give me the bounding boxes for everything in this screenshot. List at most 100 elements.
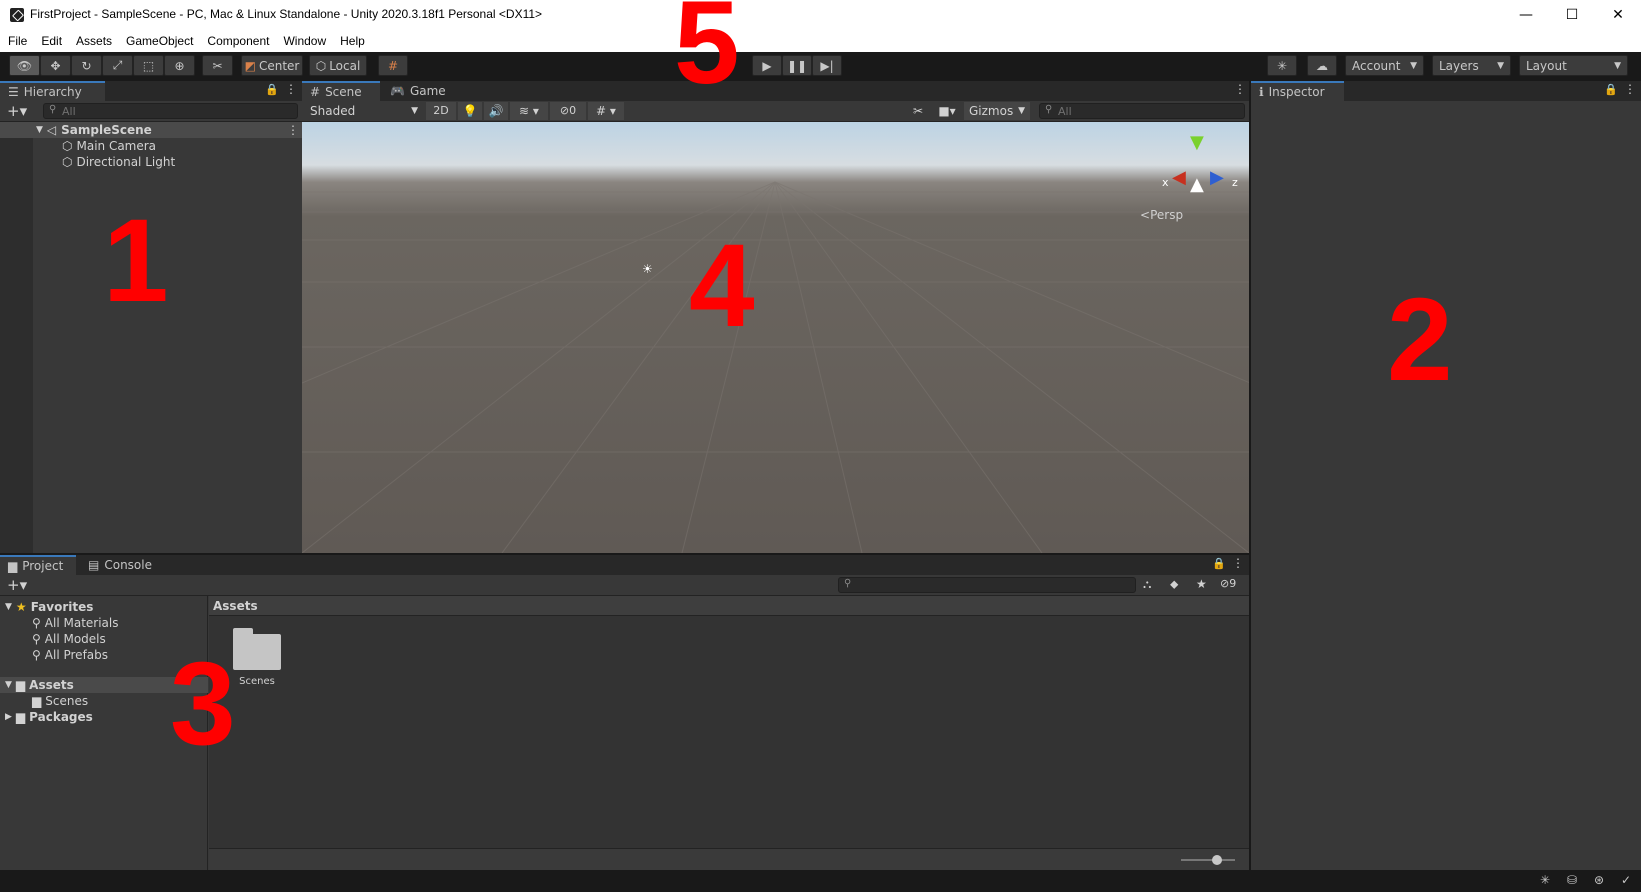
view-tool-button[interactable]: 👁 [9,55,40,76]
menu-edit[interactable]: Edit [41,34,62,48]
favorite-star-icon[interactable]: ★ [1196,577,1207,591]
menu-assets[interactable]: Assets [76,34,112,48]
favorites-item[interactable]: ⚲ All Prefabs [0,647,108,663]
scene-viewport[interactable]: ▼ ◀ ▶ ▲ x z <Persp ☀ 4 [302,122,1249,553]
label-tag-icon[interactable]: ⬥ [1170,577,1178,592]
grid-visibility-dropdown[interactable]: # ▾ [588,102,624,120]
favorites-item[interactable]: ⚲ All Materials [0,615,119,631]
tools-toggle[interactable]: ✂ [906,102,930,120]
rotate-tool-button[interactable]: ↻ [71,55,102,76]
filter-type-icon[interactable]: ⛬ [1143,577,1151,592]
projection-toggle[interactable]: <Persp [1140,208,1183,222]
favorites-item-label: All Materials [44,616,119,630]
expand-arrow-icon[interactable]: ▼ [5,680,12,690]
menu-file[interactable]: File [8,34,27,48]
layers-dropdown[interactable]: Layers ▼ [1432,55,1511,76]
transform-tool-button[interactable]: ⊕ [164,55,195,76]
audio-toggle[interactable]: 🔊 [484,102,508,120]
orientation-gizmo[interactable]: ▼ ◀ ▶ ▲ x z [1162,132,1242,202]
custom-tool-button[interactable]: ✂ [202,55,233,76]
favorites-item-label: All Prefabs [44,648,109,662]
tab-game[interactable]: 🎮 Game [382,81,450,101]
cache-server-icon[interactable]: ⛁ [1563,873,1581,889]
packages-row[interactable]: ▶ ▆ Packages [0,709,93,725]
menu-component[interactable]: Component [207,34,269,48]
effects-dropdown[interactable]: ≋ ▾ [510,102,548,120]
hierarchy-item-label: Main Camera [76,139,157,153]
expand-arrow-icon[interactable]: ▼ [5,602,12,612]
x-axis-cone-icon[interactable]: ◀ [1172,167,1186,188]
tab-project[interactable]: ▆ Project [0,555,76,575]
grid-icon: # [310,85,321,99]
collapse-arrow-icon[interactable]: ▶ [5,712,12,722]
minimize-button[interactable]: — [1503,0,1549,30]
collab-button[interactable]: ✳ [1267,55,1297,76]
camera-dropdown[interactable]: ■▾ [932,102,962,120]
asset-folder-label: Scenes [239,676,275,687]
z-axis-cone-icon[interactable]: ▶ [1210,167,1224,188]
more-options-icon[interactable]: ⋮ [285,82,297,96]
expand-arrow-icon[interactable]: ▼ [36,125,43,135]
light-gizmo-icon[interactable]: ☀ [642,262,653,276]
hierarchy-item[interactable]: ⬡ Directional Light [0,154,175,170]
zoom-slider-track[interactable] [1181,859,1235,861]
account-dropdown[interactable]: Account ▼ [1345,55,1424,76]
project-search-input[interactable] [838,577,1136,593]
project-panel: ▆Project ▤Console 🔒 ⋮ +▾ ⛬ ⬥ ★ ⊘9 ▼★Favo… [0,555,1249,870]
more-options-icon[interactable]: ⋮ [1234,82,1246,96]
more-options-icon[interactable]: ⋮ [1232,556,1244,570]
pivot-center-button[interactable]: ◩ Center [241,55,303,76]
hidden-packages-toggle[interactable]: ⊘9 [1220,577,1236,590]
lighting-toggle[interactable]: 💡 [458,102,482,120]
favorites-row[interactable]: ▼ ★ Favorites [0,599,93,615]
menu-gameobject[interactable]: GameObject [126,34,193,48]
cloud-button[interactable]: ☁ [1307,55,1337,76]
y-axis-cone-icon[interactable]: ▼ [1190,132,1204,153]
bug-icon[interactable]: ✳ [1536,873,1554,889]
tab-scene[interactable]: # Scene [302,81,380,101]
play-button[interactable]: ▶ [752,55,782,76]
tab-console[interactable]: ▤ Console [80,555,160,575]
hierarchy-search-input[interactable]: All [43,103,298,119]
tools-icon: ✂ [912,104,924,118]
hierarchy-item[interactable]: ⬡ Main Camera [0,138,156,154]
close-button[interactable]: ✕ [1595,0,1641,30]
mode-2d-toggle[interactable]: 2D [426,102,456,120]
pivot-local-button[interactable]: ⬡ Local [309,55,367,76]
menu-window[interactable]: Window [283,34,326,48]
scene-search-input[interactable]: All [1039,103,1245,119]
shading-mode-dropdown[interactable]: Shaded ▼ [304,102,424,120]
folder-item[interactable]: ▆ Scenes [0,693,88,709]
tab-hierarchy[interactable]: ☰ Hierarchy [0,81,105,101]
menu-help[interactable]: Help [340,34,365,48]
asset-folder-tile[interactable]: Scenes [231,626,283,692]
center-cube-icon[interactable]: ▲ [1190,174,1204,195]
grid-snap-button[interactable]: # [378,55,408,76]
create-asset-button[interactable]: +▾ [7,576,27,594]
rect-tool-button[interactable]: ⬚ [133,55,164,76]
progress-check-icon[interactable]: ✓ [1617,873,1635,889]
auto-generate-lighting-icon[interactable]: ⊛ [1590,873,1608,889]
scene-row[interactable]: ▼ ◁ SampleScene ⋮ [0,122,302,138]
zoom-slider-handle[interactable] [1212,855,1222,865]
more-options-icon[interactable]: ⋮ [287,123,299,137]
favorites-item[interactable]: ⚲ All Models [0,631,106,647]
add-object-button[interactable]: +▾ [7,102,27,120]
step-button[interactable]: ▶| [812,55,842,76]
move-tool-button[interactable]: ✥ [40,55,71,76]
layers-stack-icon: ≋ ▾ [519,104,539,118]
more-options-icon[interactable]: ⋮ [1624,82,1636,96]
lock-icon[interactable]: 🔒 [1212,557,1226,570]
gizmos-dropdown[interactable]: Gizmos ▼ [964,102,1030,120]
hidden-objects-toggle[interactable]: ⊘0 [550,102,586,120]
hierarchy-item-label: Directional Light [76,155,176,169]
inspector-panel: ℹ Inspector 🔒 ⋮ 2 [1251,81,1641,870]
breadcrumb-label[interactable]: Assets [213,599,258,613]
scale-tool-button[interactable]: ⤢ [102,55,133,76]
lock-icon[interactable]: 🔒 [265,83,279,96]
lock-icon[interactable]: 🔒 [1604,83,1618,96]
maximize-button[interactable]: ☐ [1549,0,1595,30]
layout-dropdown[interactable]: Layout ▼ [1519,55,1628,76]
tab-inspector[interactable]: ℹ Inspector [1251,81,1344,101]
pause-button[interactable]: ❚❚ [782,55,812,76]
